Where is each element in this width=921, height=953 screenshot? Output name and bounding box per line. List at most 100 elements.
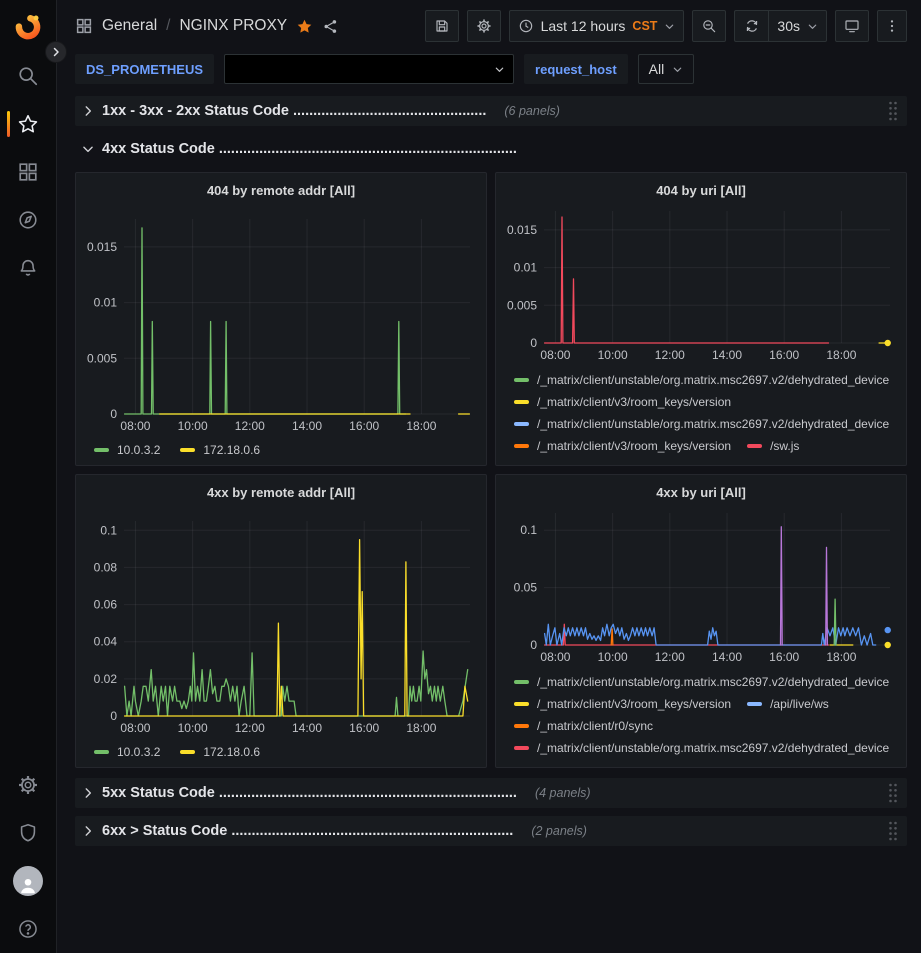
save-dashboard-button[interactable]	[425, 10, 459, 42]
panels-grid: 404 by remote addr [All]00.0050.010.0150…	[75, 172, 907, 768]
chevron-down-icon	[672, 64, 683, 75]
legend-item[interactable]: /_matrix/client/unstable/org.matrix.msc2…	[514, 373, 889, 387]
sidebar-expand-button[interactable]	[45, 41, 67, 63]
panel-legend: 10.0.3.2 172.18.0.6	[94, 745, 478, 759]
svg-text:0.1: 0.1	[520, 523, 537, 537]
legend-series-color	[514, 444, 529, 448]
svg-text:0.015: 0.015	[87, 240, 117, 254]
legend-item[interactable]: 172.18.0.6	[180, 443, 260, 457]
refresh-button[interactable]	[734, 10, 768, 42]
row-title: 5xx Status Code ........................…	[102, 785, 517, 801]
sidebar-item-profile[interactable]	[0, 857, 57, 905]
legend-series-color	[514, 400, 529, 404]
time-range-picker[interactable]: Last 12 hours CST	[509, 10, 685, 42]
breadcrumb-folder[interactable]: General	[102, 17, 157, 35]
svg-text:0: 0	[110, 407, 117, 421]
more-options-button[interactable]	[877, 10, 907, 42]
sidebar-item-starred[interactable]	[0, 100, 57, 148]
drag-handle-icon[interactable]	[887, 782, 899, 804]
sidebar-item-dashboards[interactable]	[0, 148, 57, 196]
variable-datasource-select[interactable]	[224, 54, 514, 84]
legend-item[interactable]: /_matrix/client/unstable/org.matrix.msc2…	[514, 417, 889, 431]
svg-text:18:00: 18:00	[826, 348, 856, 362]
svg-text:0: 0	[530, 336, 537, 350]
variable-request-host-select[interactable]: All	[638, 54, 695, 84]
time-series-plot[interactable]: 00.050.108:0010:0012:0014:0016:0018:00	[504, 513, 898, 667]
svg-text:08:00: 08:00	[540, 650, 570, 664]
refresh-picker: 30s	[734, 10, 827, 42]
svg-text:0.06: 0.06	[94, 598, 118, 612]
row-6xx[interactable]: 6xx > Status Code ......................…	[75, 816, 907, 846]
svg-text:14:00: 14:00	[712, 650, 742, 664]
time-series-plot[interactable]: 00.0050.010.01508:0010:0012:0014:0016:00…	[504, 211, 898, 365]
sidebar-item-configuration[interactable]	[0, 761, 57, 809]
legend-item[interactable]: /_matrix/client/r0/sync	[514, 719, 653, 733]
sidebar-item-help[interactable]	[0, 905, 57, 953]
refresh-interval-button[interactable]: 30s	[768, 10, 827, 42]
svg-text:0.005: 0.005	[87, 351, 117, 365]
svg-text:16:00: 16:00	[769, 650, 799, 664]
legend-series-color	[514, 680, 529, 684]
timezone-label: CST	[632, 19, 657, 33]
svg-text:16:00: 16:00	[769, 348, 799, 362]
svg-text:16:00: 16:00	[349, 419, 379, 433]
legend-item[interactable]: /_matrix/client/v3/room_keys/version	[514, 439, 731, 453]
svg-text:18:00: 18:00	[406, 721, 436, 735]
drag-handle-icon[interactable]	[887, 820, 899, 842]
row-4xx[interactable]: 4xx Status Code ........................…	[75, 134, 907, 164]
variable-label-request-host[interactable]: request_host	[524, 54, 628, 84]
panel-4xx-by-remote-addr-all: 4xx by remote addr [All]00.020.040.060.0…	[75, 474, 487, 768]
svg-text:16:00: 16:00	[349, 721, 379, 735]
legend-series-label: /_matrix/client/unstable/org.matrix.msc2…	[537, 741, 889, 755]
panel-404-by-remote-addr-all: 404 by remote addr [All]00.0050.010.0150…	[75, 172, 487, 466]
breadcrumb-dashboard[interactable]: NGINX PROXY	[179, 17, 287, 35]
row-5xx[interactable]: 5xx Status Code ........................…	[75, 778, 907, 808]
legend-item[interactable]: 10.0.3.2	[94, 443, 160, 457]
time-range-label: Last 12 hours	[541, 18, 626, 34]
panel-title[interactable]: 404 by remote addr [All]	[84, 179, 478, 203]
svg-text:0: 0	[530, 638, 537, 652]
legend-item[interactable]: /api/live/ws	[747, 697, 829, 711]
sidebar-item-server-admin[interactable]	[0, 809, 57, 857]
time-series-plot[interactable]: 00.020.040.060.080.108:0010:0012:0014:00…	[84, 521, 478, 738]
legend-item[interactable]: /_matrix/client/v3/room_keys/version	[514, 697, 731, 711]
svg-text:14:00: 14:00	[292, 721, 322, 735]
svg-text:0.005: 0.005	[507, 298, 537, 312]
star-dashboard-button[interactable]	[296, 18, 313, 35]
dashboard-body: 1xx - 3xx - 2xx Status Code ............…	[57, 94, 921, 846]
time-series-plot[interactable]: 00.0050.010.01508:0010:0012:0014:0016:00…	[84, 219, 478, 436]
drag-handle-icon[interactable]	[887, 100, 899, 122]
legend-series-color	[514, 724, 529, 728]
row-panel-count: (2 panels)	[531, 824, 587, 838]
legend-item[interactable]: /sw.js	[747, 439, 799, 453]
row-1xx-3xx-2xx[interactable]: 1xx - 3xx - 2xx Status Code ............…	[75, 96, 907, 126]
svg-text:12:00: 12:00	[235, 419, 265, 433]
variable-label-datasource[interactable]: DS_PROMETHEUS	[75, 54, 214, 84]
legend-series-label: 172.18.0.6	[203, 745, 260, 759]
breadcrumb: General / NGINX PROXY	[75, 17, 339, 35]
sidebar-item-alerting[interactable]	[0, 244, 57, 292]
svg-text:10:00: 10:00	[178, 419, 208, 433]
chevron-down-icon	[81, 142, 95, 156]
cycle-view-mode-button[interactable]	[835, 10, 869, 42]
panel-title[interactable]: 404 by uri [All]	[504, 179, 898, 203]
panel-title[interactable]: 4xx by uri [All]	[504, 481, 898, 505]
share-dashboard-button[interactable]	[322, 18, 339, 35]
svg-text:18:00: 18:00	[826, 650, 856, 664]
svg-text:0: 0	[110, 709, 117, 723]
legend-series-color	[747, 444, 762, 448]
sidebar-item-explore[interactable]	[0, 196, 57, 244]
legend-item[interactable]: /_matrix/client/unstable/org.matrix.msc2…	[514, 675, 889, 689]
legend-item[interactable]: /_matrix/client/v3/room_keys/version	[514, 395, 731, 409]
legend-item[interactable]: /_matrix/client/unstable/org.matrix.msc2…	[514, 741, 889, 755]
svg-text:10:00: 10:00	[598, 348, 628, 362]
panel-title[interactable]: 4xx by remote addr [All]	[84, 481, 478, 505]
dashboard-settings-button[interactable]	[467, 10, 501, 42]
legend-series-label: /_matrix/client/v3/room_keys/version	[537, 439, 731, 453]
legend-series-label: /_matrix/client/unstable/org.matrix.msc2…	[537, 373, 889, 387]
legend-item[interactable]: 172.18.0.6	[180, 745, 260, 759]
star-icon	[17, 113, 39, 135]
zoom-out-time-button[interactable]	[692, 10, 726, 42]
panel-404-by-uri-all: 404 by uri [All]00.0050.010.01508:0010:0…	[495, 172, 907, 466]
legend-item[interactable]: 10.0.3.2	[94, 745, 160, 759]
